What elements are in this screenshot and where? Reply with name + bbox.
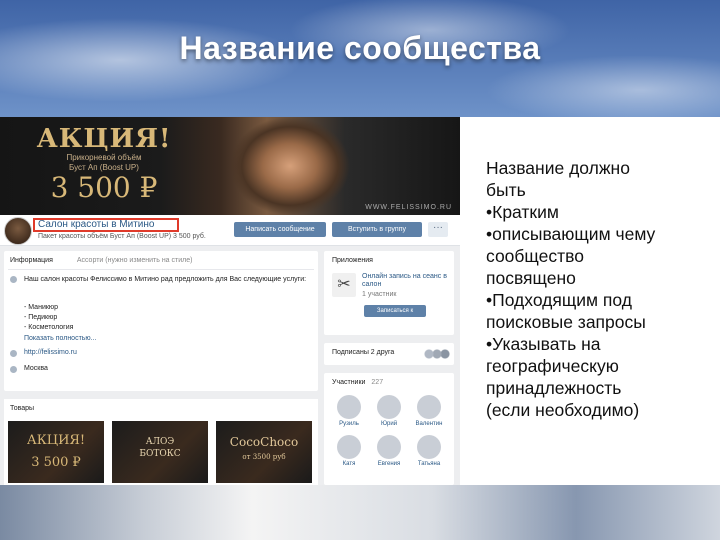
member-item[interactable]: Рузиль — [334, 395, 364, 427]
good-card-title: АЛОЭ — [145, 437, 175, 447]
members-label-text: Участники — [332, 379, 366, 386]
text-panel: Название должно быть •Кратким •описывающ… — [460, 117, 720, 485]
promo-title: АКЦИЯ! — [36, 124, 172, 154]
group-header: Салон красоты в Митино Пакет красоты объ… — [0, 215, 460, 246]
avatar — [337, 435, 361, 459]
subscribers-label[interactable]: Подписаны 2 друга — [332, 349, 394, 356]
member-name: Юрий — [380, 421, 398, 427]
tab-assortment[interactable]: Ассорти (нужно изменить на стиле) — [77, 257, 193, 264]
panel-line: •Указывать на — [486, 334, 601, 354]
good-card-title: CocoChoco — [229, 435, 299, 449]
scissors-icon: ✂ — [332, 273, 356, 297]
member-item[interactable]: Катя — [334, 435, 364, 467]
members-block: Участники 227 Рузиль Юрий Валентин Катя … — [324, 373, 454, 485]
panel-line: •Кратким — [486, 202, 559, 222]
website-link[interactable]: http://felissimo.ru — [24, 349, 77, 356]
slide-title: Название сообщества — [179, 30, 541, 66]
location-icon — [10, 366, 17, 373]
promo-banner: АКЦИЯ! Прикорневой объём Буст Ап (Boost … — [34, 125, 174, 203]
panel-line: Название должно — [486, 158, 630, 178]
panel-line: принадлежность — [486, 378, 622, 398]
panel-line: •Подходящим под — [486, 290, 632, 310]
friends-avatars — [424, 349, 450, 359]
member-item[interactable]: Евгения — [374, 435, 404, 467]
subscribers-block: Подписаны 2 друга — [324, 343, 454, 365]
member-item[interactable]: Татьяна — [414, 435, 444, 467]
panel-line: географическую — [486, 356, 619, 376]
member-name: Валентин — [415, 421, 443, 427]
member-item[interactable]: Юрий — [374, 395, 404, 427]
member-name: Евгения — [377, 461, 401, 467]
avatar — [377, 395, 401, 419]
link-icon — [10, 350, 17, 357]
good-card-subtitle: БОТОКС — [139, 449, 181, 459]
panel-line: •описывающим чему — [486, 224, 656, 244]
good-card-price: 3 500 ₽ — [31, 455, 81, 470]
promo-price: 3 500 ₽ — [50, 171, 158, 204]
good-card[interactable]: АКЦИЯ! 3 500 ₽ — [8, 421, 104, 483]
info-tabs: Информация Ассорти (нужно изменить на ст… — [10, 257, 192, 264]
member-item[interactable]: Валентин — [414, 395, 444, 427]
members-count: 227 — [371, 379, 384, 386]
panel-line: быть — [486, 180, 526, 200]
member-name: Рузиль — [339, 421, 359, 427]
services-list: - Маникюр - Педикюр - Косметология — [24, 303, 73, 333]
member-name: Татьяна — [417, 461, 441, 467]
good-card[interactable]: АЛОЭ БОТОКС — [112, 421, 208, 483]
avatar — [377, 435, 401, 459]
members-label[interactable]: Участники 227 — [332, 379, 383, 386]
panel-line: поисковые запросы — [486, 312, 646, 332]
avatar — [417, 395, 441, 419]
address: Москва — [24, 365, 48, 372]
list-item: - Педикюр — [24, 314, 58, 321]
app-participants: 1 участник — [362, 291, 397, 298]
show-more-link[interactable]: Показать полностью... — [24, 335, 97, 342]
tab-information[interactable]: Информация — [10, 257, 53, 264]
cover-photo — [230, 117, 350, 215]
cover-image: АКЦИЯ! Прикорневой объём Буст Ап (Boost … — [0, 117, 460, 215]
vk-community-screenshot: АКЦИЯ! Прикорневой объём Буст Ап (Boost … — [0, 117, 460, 485]
more-button[interactable]: ··· — [428, 222, 448, 237]
good-card-price: от 3500 руб — [242, 453, 286, 461]
group-status: Пакет красоты объём Буст Ап (Boost UP) 3… — [38, 233, 206, 240]
panel-text: Название должно быть •Кратким •описывающ… — [486, 157, 714, 421]
info-icon — [10, 276, 17, 283]
panel-line: посвящено — [486, 268, 576, 288]
apps-title: Приложения — [332, 257, 373, 264]
list-item: - Маникюр — [24, 304, 59, 311]
group-name: Салон красоты в Митино — [38, 219, 155, 230]
join-button[interactable]: Вступить в группу — [332, 222, 422, 237]
avatar — [417, 435, 441, 459]
panel-line: сообщество — [486, 246, 584, 266]
group-description: Наш салон красоты Фелиссимо в Митино рад… — [24, 276, 307, 283]
avatar — [337, 395, 361, 419]
panel-line: (если необходимо) — [486, 400, 640, 420]
goods-title: Товары — [10, 405, 35, 412]
app-name[interactable]: Онлайн запись на сеанс в салон — [362, 273, 448, 289]
message-button[interactable]: Написать сообщение — [234, 222, 326, 237]
list-item: - Косметология — [24, 324, 74, 331]
info-block: Информация Ассорти (нужно изменить на ст… — [4, 251, 318, 391]
app-book-button[interactable]: Записаться к — [364, 305, 426, 317]
good-card[interactable]: CocoChoco от 3500 руб — [216, 421, 312, 483]
goods-block: Товары АКЦИЯ! 3 500 ₽ АЛОЭ БОТОКС CocoCh… — [4, 399, 318, 485]
apps-block: Приложения ✂ Онлайн запись на сеанс в са… — [324, 251, 454, 335]
avatar[interactable] — [4, 217, 32, 245]
tab-divider — [8, 269, 314, 270]
member-name: Катя — [342, 461, 356, 467]
good-card-title: АКЦИЯ! — [26, 433, 86, 448]
cover-site: WWW.FELISSIMO.RU — [365, 204, 452, 211]
promo-sub-1: Прикорневой объём — [66, 153, 142, 162]
